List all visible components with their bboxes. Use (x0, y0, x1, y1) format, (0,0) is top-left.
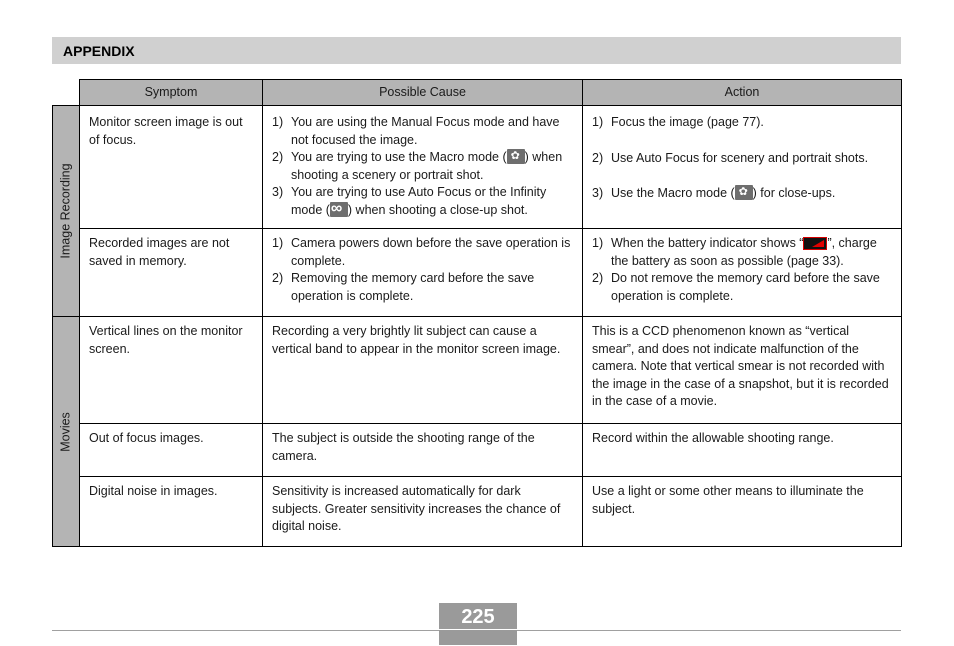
column-header-symptom: Symptom (79, 79, 263, 106)
list-item: 1) You are using the Manual Focus mode an… (272, 115, 560, 147)
symptom-cell: Digital noise in images. (89, 484, 218, 498)
section-title: APPENDIX (63, 43, 135, 59)
table-row: Movies Vertical lines on the monitor scr… (52, 316, 902, 547)
cause-cell: Recording a very brightly lit subject ca… (272, 324, 561, 356)
column-header-cause: Possible Cause (262, 79, 583, 106)
infinity-icon (329, 200, 348, 217)
action-cell: This is a CCD phenomenon known as “verti… (592, 324, 889, 408)
table-row: Digital noise in images. Sensitivity is … (53, 476, 902, 547)
table-row: Recorded images are not saved in memory.… (53, 228, 902, 317)
macro-icon (734, 185, 753, 200)
troubleshooting-table: Symptom Possible Cause Action Image Reco… (52, 79, 902, 547)
category-label: Movies (58, 411, 73, 452)
category-label: Image Recording (58, 163, 73, 259)
page-number-badge: 225 (439, 603, 517, 645)
table-row: Image Recording Monitor screen image is … (52, 105, 902, 317)
list-item: 2) You are trying to use the Macro mode (… (272, 149, 573, 184)
cause-cell: The subject is outside the shooting rang… (272, 431, 535, 463)
list-item: 3) You are trying to use Auto Focus or th… (272, 184, 573, 219)
symptom-cell: Vertical lines on the monitor screen. (89, 324, 243, 356)
list-item: 1) Camera powers down before the save ope… (272, 236, 571, 268)
table-row: Out of focus images. The subject is outs… (53, 423, 902, 477)
column-header-action: Action (582, 79, 902, 106)
list-item: 2) Removing the memory card before the sa… (272, 271, 535, 303)
list-item: 3)Use the Macro mode () for close-ups. (592, 185, 892, 203)
action-cell: Use a light or some other means to illum… (592, 484, 864, 516)
page-number: 225 (461, 606, 495, 628)
symptom-cell: Out of focus images. (89, 431, 204, 445)
symptom-cell: Recorded images are not saved in memory. (89, 236, 230, 268)
list-item: 2) Do not remove the memory card before t… (592, 271, 880, 303)
battery-low-icon (803, 237, 828, 250)
macro-icon (506, 149, 525, 164)
section-header: APPENDIX (52, 37, 901, 64)
cause-list: 1) You are using the Manual Focus mode an… (272, 114, 573, 219)
category-image-recording: Image Recording (52, 105, 80, 317)
symptom-cell: Monitor screen image is out of focus. (89, 115, 243, 147)
category-movies: Movies (52, 316, 80, 547)
action-list: 1) When the battery indicator shows “”, c… (592, 235, 892, 305)
cause-cell: Sensitivity is increased automatically f… (272, 484, 561, 533)
cause-list: 1) Camera powers down before the save ope… (272, 235, 573, 305)
action-cell: Record within the allowable shooting ran… (592, 431, 834, 445)
list-item: 1) When the battery indicator shows “”, c… (592, 236, 877, 268)
list-item: 2) Use Auto Focus for scenery and portrai… (592, 150, 869, 165)
list-item: 1) Focus the image (page 77). (592, 115, 764, 129)
action-list: 1) Focus the image (page 77). 2) Use Auto … (592, 114, 892, 203)
table-header-row: Symptom Possible Cause Action (52, 79, 902, 106)
